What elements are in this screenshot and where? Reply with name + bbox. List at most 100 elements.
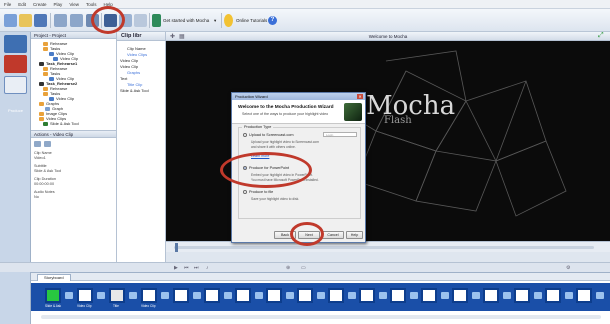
tutorial-dropdown[interactable]: Get started with Mocha (163, 18, 209, 23)
product-logo-icon (344, 103, 362, 121)
clip-library-panel: Clip libr Clip Name Video Clips Video Cl… (117, 32, 166, 262)
radio-file[interactable]: Produce to file (243, 190, 273, 194)
storyboard-cell[interactable] (141, 288, 157, 303)
open-folder-icon[interactable] (19, 14, 32, 27)
play-icon[interactable]: ▶ (174, 265, 178, 271)
produce-rail-button[interactable] (4, 76, 27, 94)
redo-icon[interactable] (70, 14, 83, 27)
menu-edit[interactable]: Edit (18, 2, 26, 7)
stop-icon[interactable] (134, 14, 147, 27)
clip-item[interactable]: Video Clips (127, 52, 147, 57)
transition-icon[interactable] (97, 292, 105, 299)
undo-icon[interactable] (54, 14, 67, 27)
transition-icon[interactable] (224, 292, 232, 299)
storyboard-cell[interactable] (45, 288, 61, 303)
dialog-banner: Welcome to the Mocha Production Wizard S… (232, 100, 365, 124)
storyboard-cell[interactable] (77, 288, 93, 303)
storyboard-cell[interactable] (109, 288, 125, 303)
settings-icon[interactable]: ⚙ (566, 265, 570, 271)
menu-tools[interactable]: Tools (86, 2, 97, 7)
transition-icon[interactable] (379, 292, 387, 299)
login-field[interactable]: Login (323, 132, 357, 137)
chevron-down-icon[interactable]: ▾ (214, 18, 216, 24)
clip-item[interactable]: Graphs (127, 70, 140, 75)
clip-item[interactable]: Clip Name (127, 46, 146, 51)
properties-sort-icon[interactable] (44, 141, 51, 147)
storyboard-cell-empty[interactable] (297, 288, 313, 303)
help-icon[interactable]: ? (268, 16, 277, 25)
storyboard-cell-empty[interactable] (576, 288, 592, 303)
property-value[interactable]: Video1 (34, 156, 46, 160)
property-value[interactable]: 00:00:00:00 (34, 182, 54, 186)
radio-screencast[interactable]: Upload to Screencast.com (243, 133, 294, 137)
tab-storyboard[interactable]: Storyboard (37, 274, 71, 281)
scrub-handle[interactable] (175, 243, 178, 252)
volume-icon[interactable]: ♪ (206, 265, 209, 271)
transition-icon[interactable] (255, 292, 263, 299)
storyboard-cell-empty[interactable] (421, 288, 437, 303)
storyboard-cell-empty[interactable] (545, 288, 561, 303)
menu-create[interactable]: Create (33, 2, 47, 7)
scrub-track[interactable] (174, 246, 594, 249)
storyboard-cell-empty[interactable] (266, 288, 282, 303)
clip-item[interactable]: Slide & Ask Tool (120, 88, 149, 93)
transition-icon[interactable] (503, 292, 511, 299)
transition-icon[interactable] (410, 292, 418, 299)
clip-item[interactable]: Title Clip (127, 82, 142, 87)
cancel-button[interactable]: Cancel (322, 231, 344, 239)
record-icon[interactable] (4, 35, 27, 53)
menu-file[interactable]: File (4, 2, 11, 7)
transition-icon[interactable] (534, 292, 542, 299)
clip-item[interactable]: Text (120, 76, 127, 81)
storyboard-scrollbar[interactable] (41, 315, 601, 319)
transition-icon[interactable] (193, 292, 201, 299)
property-value[interactable]: No (34, 195, 39, 199)
tree-item[interactable]: Slide & Ask Tool (43, 121, 79, 126)
graph-icon (45, 106, 50, 111)
clip-item[interactable]: Video Clip (120, 58, 138, 63)
clip-item[interactable]: Video Clip (120, 64, 138, 69)
storyboard-cell-empty[interactable] (514, 288, 530, 303)
storyboard-cell-empty[interactable] (235, 288, 251, 303)
transition-icon[interactable] (65, 292, 73, 299)
transition-icon[interactable] (472, 292, 480, 299)
zoom-icon[interactable]: ⊕ (286, 265, 290, 271)
menu-play[interactable]: Play (54, 2, 63, 7)
new-project-icon[interactable] (4, 14, 17, 27)
menu-view[interactable]: View (69, 2, 79, 7)
brand-subtitle: Flash (384, 115, 412, 126)
properties-grid-icon[interactable] (34, 141, 41, 147)
menu-bar: File Edit Create Play View Tools Help (0, 0, 610, 9)
transition-icon[interactable] (286, 292, 294, 299)
storyboard-cell-empty[interactable] (390, 288, 406, 303)
transition-icon[interactable] (348, 292, 356, 299)
radio-icon[interactable] (243, 190, 247, 194)
expand-icon[interactable]: ⤢ (598, 32, 604, 40)
video-icon (49, 96, 54, 101)
dialog-subheading: Select one of the ways to produce your h… (242, 112, 329, 116)
storyboard-cell-empty[interactable] (483, 288, 499, 303)
transition-icon[interactable] (596, 292, 604, 299)
transition-icon[interactable] (317, 292, 325, 299)
close-icon[interactable]: ✕ (357, 94, 363, 99)
storyboard-cell-empty[interactable] (204, 288, 220, 303)
transition-icon[interactable] (441, 292, 449, 299)
step-back-icon[interactable]: ⏮ (184, 265, 189, 271)
property-label: Audio Notes (34, 190, 55, 194)
transition-icon[interactable] (129, 292, 137, 299)
transition-icon[interactable] (161, 292, 169, 299)
storyboard-cell-empty[interactable] (173, 288, 189, 303)
storyboard-cell-empty[interactable] (359, 288, 375, 303)
edit-icon[interactable] (4, 55, 27, 73)
lower-left-rail (0, 272, 31, 324)
step-forward-icon[interactable]: ⏭ (194, 265, 199, 271)
fit-icon[interactable]: ▭ (301, 265, 306, 271)
help-button[interactable]: Help (346, 231, 363, 239)
transition-icon[interactable] (565, 292, 573, 299)
online-tutorials-link[interactable]: Online Tutorials (236, 18, 267, 23)
save-icon[interactable] (34, 14, 47, 27)
property-value[interactable]: Slide & Ask Tool (34, 169, 61, 173)
radio-icon[interactable] (243, 133, 247, 137)
storyboard-cell-empty[interactable] (328, 288, 344, 303)
storyboard-cell-empty[interactable] (452, 288, 468, 303)
